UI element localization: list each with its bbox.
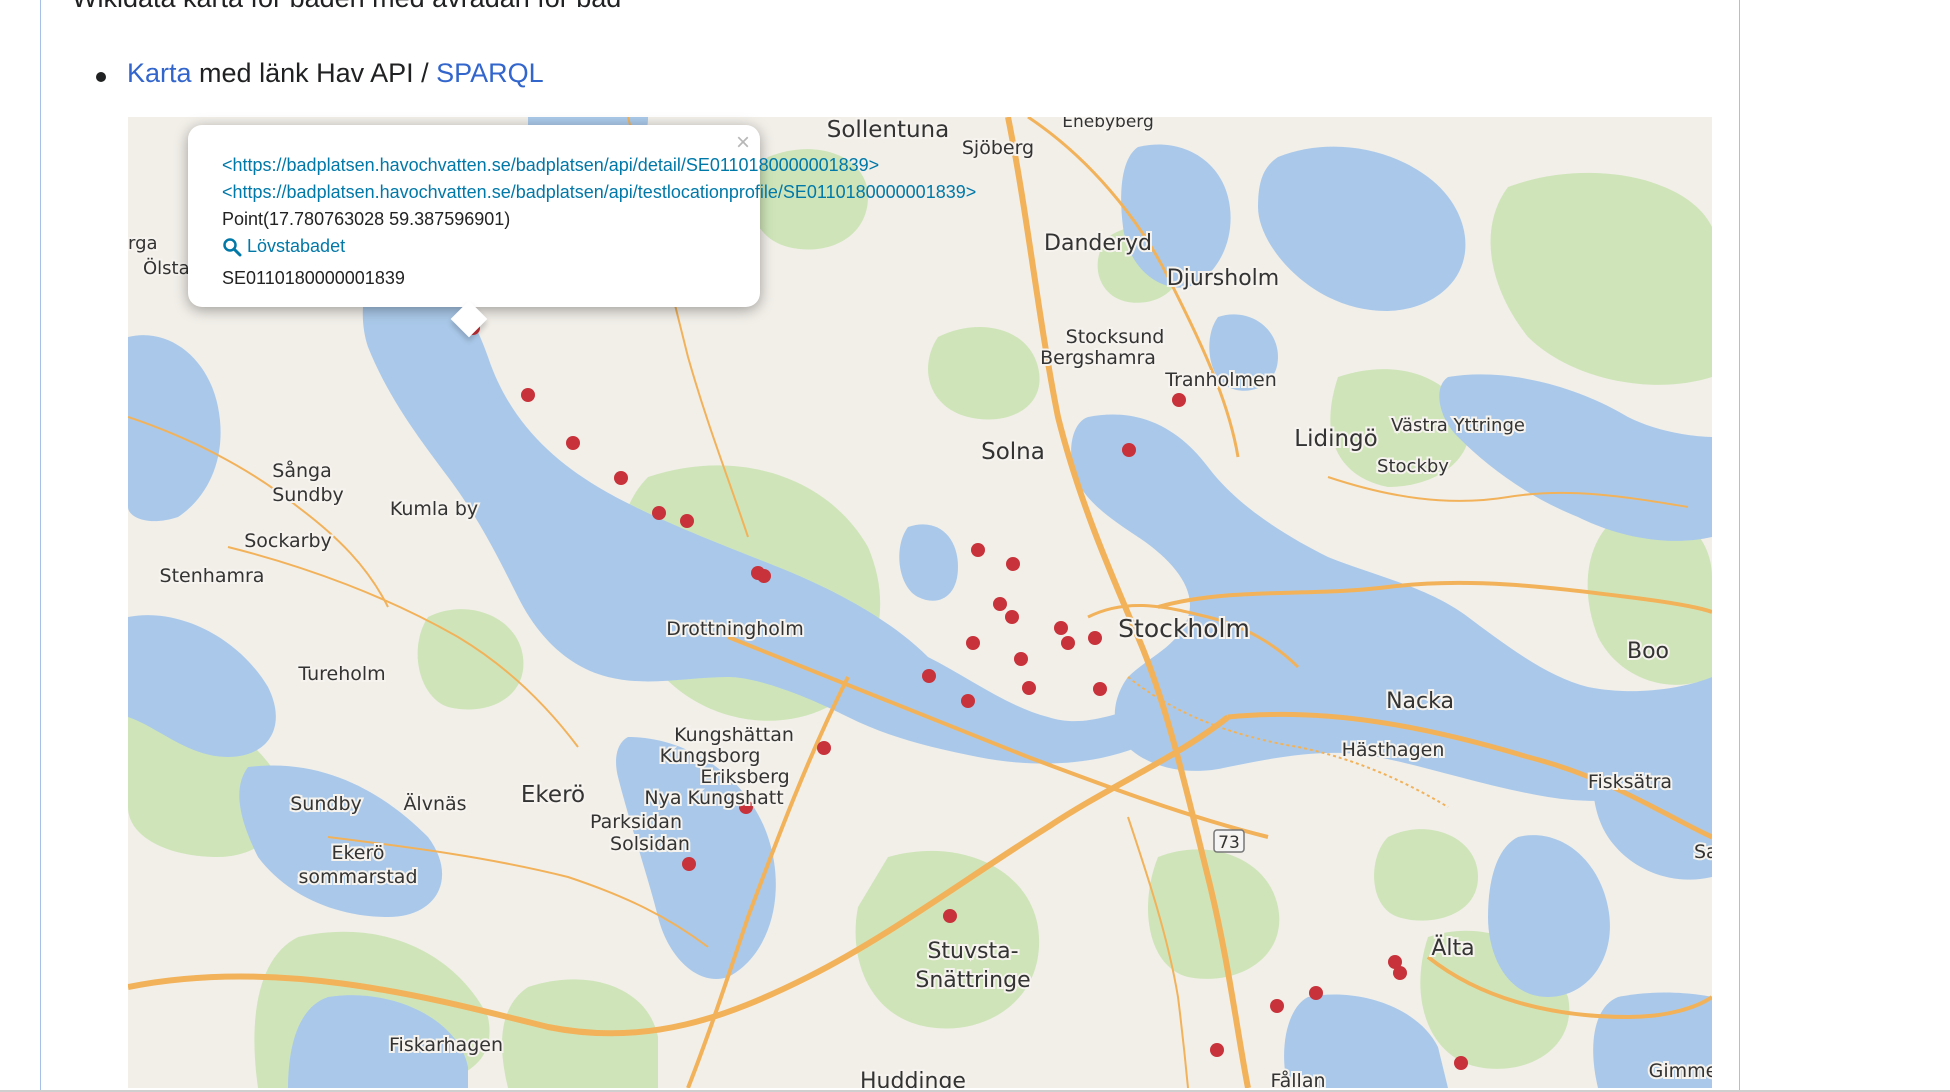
- place-label: Sundby: [272, 484, 344, 506]
- map-marker: [1006, 557, 1020, 571]
- map-marker: [943, 909, 957, 923]
- map-marker: [1088, 631, 1102, 645]
- map-marker: [1061, 636, 1075, 650]
- place-label: Eriksberg: [700, 766, 789, 788]
- place-label: Stockby: [1377, 456, 1449, 477]
- map-marker: [682, 857, 696, 871]
- place-label: Ölsta: [143, 257, 190, 279]
- place-label: Sånga: [272, 459, 331, 482]
- place-label: Parksidan: [590, 811, 682, 833]
- map-marker: [521, 388, 535, 402]
- map-marker: [922, 669, 936, 683]
- place-label: Fiskarhagen: [389, 1034, 503, 1056]
- map-marker: [971, 543, 985, 557]
- detail-api-link[interactable]: <https://badplatsen.havochvatten.se/badp…: [222, 155, 879, 175]
- map-marker: [1054, 621, 1068, 635]
- map-popup: × <https://badplatsen.havochvatten.se/ba…: [188, 125, 976, 338]
- map-marker: [614, 471, 628, 485]
- place-label: rga: [128, 233, 158, 254]
- place-label: Stuvsta-: [927, 939, 1018, 964]
- place-label: Sjöberg: [962, 137, 1034, 159]
- map-marker: [1270, 999, 1284, 1013]
- place-label: Tranholmen: [1164, 369, 1277, 391]
- map-marker: [961, 694, 975, 708]
- map-marker: [1122, 443, 1136, 457]
- place-label: Snättringe: [915, 968, 1030, 993]
- place-label: Ekerö: [331, 842, 384, 864]
- place-label: Danderyd: [1044, 231, 1152, 256]
- place-label: Stocksund: [1066, 326, 1165, 348]
- place-label: Tureholm: [297, 663, 385, 685]
- place-label: Stenhamra: [160, 565, 265, 587]
- place-label: Kungsborg: [660, 745, 761, 767]
- map-marker: [817, 741, 831, 755]
- place-label: Västra Yttringe: [1391, 415, 1525, 436]
- bathing-place-link[interactable]: Lövstabadet: [222, 233, 345, 260]
- map-marker: [1005, 610, 1019, 624]
- place-label: Sockarby: [244, 530, 332, 552]
- place-label: Lidingö: [1294, 426, 1377, 452]
- place-label: Solsidan: [610, 833, 690, 855]
- place-label: Älta: [1431, 935, 1474, 961]
- map-marker: [1014, 652, 1028, 666]
- map-marker: [1309, 986, 1323, 1000]
- place-label: Nya Kungshatt: [644, 787, 783, 809]
- bathing-place-id: SE0110180000001839: [222, 267, 405, 288]
- place-label: Sollentuna: [827, 117, 949, 143]
- map-marker: [566, 436, 580, 450]
- place-label: Hästhagen: [1342, 739, 1445, 761]
- place-label: Huddinge: [860, 1069, 966, 1088]
- profile-api-link[interactable]: <https://badplatsen.havochvatten.se/badp…: [222, 182, 976, 202]
- place-label: Stockholm: [1118, 614, 1250, 643]
- place-label: Ekerö: [521, 782, 585, 808]
- map-marker: [1393, 966, 1407, 980]
- point-coordinates: Point(17.780763028 59.387596901): [222, 209, 511, 229]
- place-label: Boo: [1627, 639, 1669, 664]
- route-number: 73: [1218, 833, 1240, 853]
- place-label: Nacka: [1386, 689, 1454, 714]
- list-item: Karta med länk Hav API / SPARQL: [127, 58, 544, 89]
- map-marker: [1210, 1043, 1224, 1057]
- place-label: Fisksätra: [1588, 771, 1672, 793]
- section-heading: Wikidata karta för baden med avrådan för…: [72, 0, 621, 14]
- bathing-place-name: Lövstabadet: [247, 236, 346, 256]
- place-label: Kumla by: [390, 498, 478, 520]
- map-marker: [1172, 393, 1186, 407]
- karta-link[interactable]: Karta: [127, 58, 192, 88]
- place-label: Drottningholm: [666, 618, 803, 640]
- place-label: Sa: [1694, 841, 1712, 863]
- sparql-link[interactable]: SPARQL: [436, 58, 544, 88]
- place-label: Sundby: [290, 793, 362, 815]
- map-marker: [1093, 682, 1107, 696]
- map-marker: [757, 569, 771, 583]
- map-marker: [652, 506, 666, 520]
- place-label: Enebyberg: [1062, 117, 1154, 132]
- place-label: Solna: [981, 439, 1045, 465]
- place-label: Kungshättan: [674, 724, 794, 746]
- place-label: Bergshamra: [1040, 347, 1156, 369]
- search-icon: [223, 237, 242, 256]
- map-marker: [1022, 681, 1036, 695]
- map-marker: [966, 636, 980, 650]
- list-item-text: med länk Hav API /: [191, 58, 437, 88]
- list-bullet: [96, 72, 106, 82]
- map-marker: [993, 597, 1007, 611]
- map-marker: [1454, 1056, 1468, 1070]
- place-label: Djursholm: [1167, 266, 1279, 291]
- place-label: Gimme: [1649, 1060, 1712, 1082]
- map-marker: [680, 514, 694, 528]
- place-label: Älvnäs: [403, 792, 466, 815]
- place-label: sommarstad: [298, 866, 417, 888]
- place-label: Fållan: [1270, 1069, 1325, 1088]
